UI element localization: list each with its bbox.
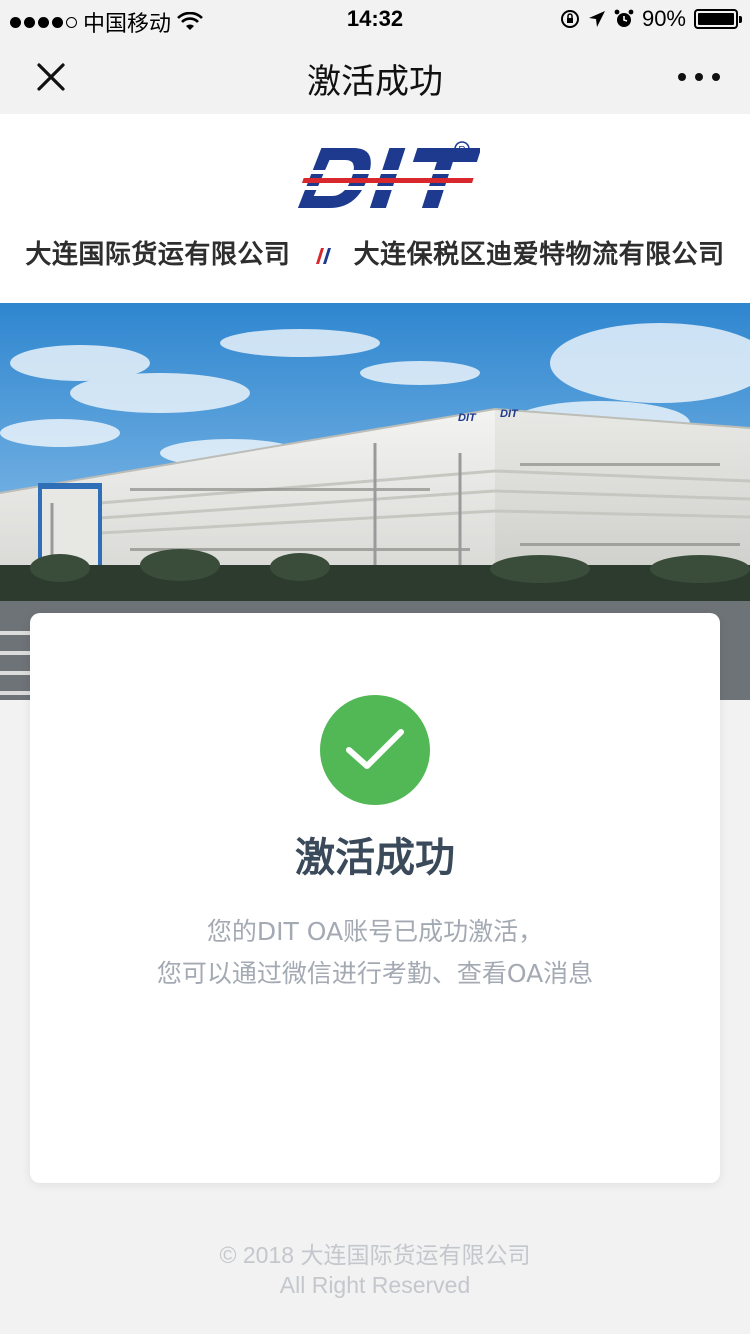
location-icon <box>588 11 605 27</box>
alarm-icon <box>614 9 634 27</box>
success-message-line-1: 您的DIT OA账号已成功激活， <box>206 917 544 946</box>
company-name-left: 大连国际货运有限公司 <box>25 240 291 270</box>
dit-logo: R <box>297 141 480 208</box>
company-name-right: 大连保税区迪爱特物流有限公司 <box>353 240 725 270</box>
success-message: 您的DIT OA账号已成功激活， 您可以通过微信进行考勤、查看OA消息 <box>30 911 720 995</box>
logo-slash-icon <box>316 247 331 264</box>
building-sign-1: DIT <box>458 412 477 424</box>
battery-percent: 90% <box>641 6 686 31</box>
page-title: 激活成功 <box>307 62 443 102</box>
success-badge <box>320 695 430 805</box>
orientation-lock-icon <box>560 10 579 28</box>
rights-text: All Right Reserved <box>279 1272 471 1298</box>
success-title: 激活成功 <box>295 835 455 881</box>
copyright-text: © 2018 大连国际货运有限公司 <box>219 1242 531 1268</box>
battery-icon <box>694 9 742 29</box>
footer: © 2018 大连国际货运有限公司 All Right Reserved <box>0 1240 750 1300</box>
more-icon <box>678 73 686 81</box>
navigation-bar: 激活成功 <box>0 40 750 114</box>
success-message-line-2: 您可以通过微信进行考勤、查看OA消息 <box>156 959 594 988</box>
status-bar: 中国移动 14:32 90% <box>0 0 750 40</box>
svg-text:R: R <box>458 145 465 156</box>
system-indicators: 90% <box>560 6 742 32</box>
company-names: 大连国际货运有限公司 大连保税区迪爱特物流有限公司 <box>0 234 750 271</box>
brand-header: R 大连国际货运有限公司 大连保税区迪爱特物流有限公司 <box>0 114 750 304</box>
check-icon <box>346 729 404 769</box>
success-card: 激活成功 您的DIT OA账号已成功激活， 您可以通过微信进行考勤、查看OA消息 <box>30 613 720 1183</box>
building-sign-2: DIT <box>500 408 519 420</box>
more-button[interactable] <box>678 64 720 90</box>
